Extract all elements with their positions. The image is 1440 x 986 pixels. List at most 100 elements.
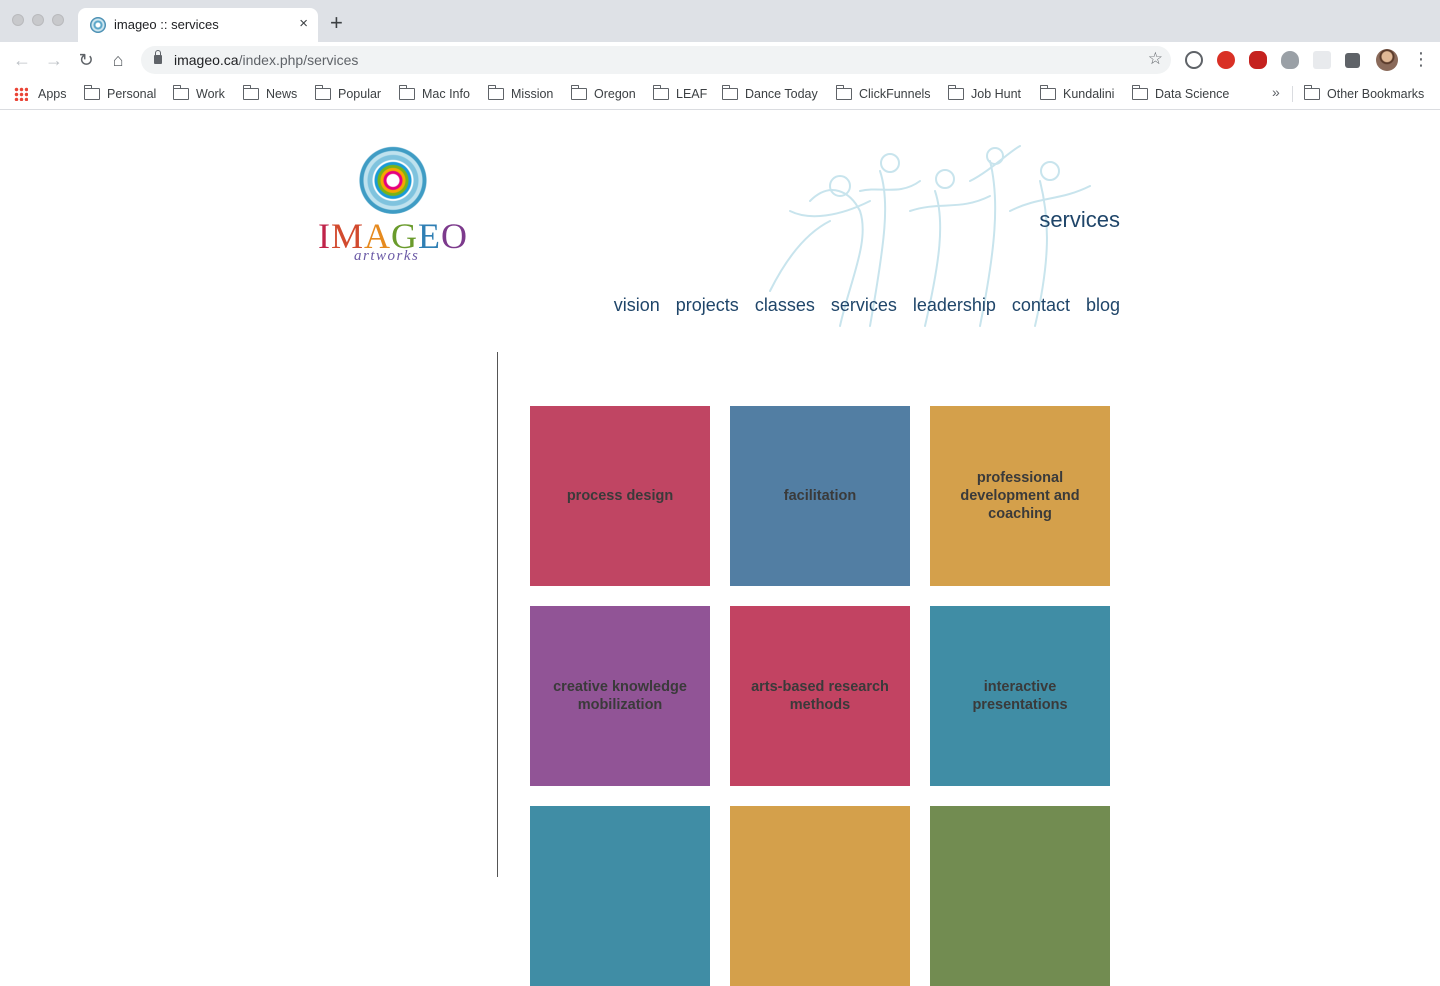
url-text[interactable]: imageo.ca/index.php/services bbox=[174, 52, 358, 68]
favicon-icon bbox=[90, 17, 106, 33]
bookmark-label: Kundalini bbox=[1063, 87, 1115, 101]
address-bar[interactable]: imageo.ca/index.php/services ☆ bbox=[141, 46, 1171, 74]
folder-icon bbox=[571, 85, 587, 100]
folder-icon bbox=[836, 85, 852, 100]
bookmark-label: LEAF bbox=[676, 87, 708, 101]
bookmark-folder-leaf[interactable]: LEAF bbox=[653, 84, 707, 104]
page-title: services bbox=[1039, 207, 1120, 232]
browser-toolbar: ← → ↻ ⌂ imageo.ca/index.php/services ☆ ⋮ bbox=[0, 42, 1440, 78]
bookmark-label: Mission bbox=[511, 87, 554, 101]
tile-row3-gold[interactable] bbox=[730, 806, 910, 986]
bookmark-label: Job Hunt bbox=[971, 87, 1022, 101]
lock-icon bbox=[154, 50, 162, 64]
nav-link-blog[interactable]: blog bbox=[1086, 295, 1120, 316]
bookmark-folder-popular[interactable]: Popular bbox=[315, 84, 381, 104]
page-content: IMAGEO artworks services vision projects… bbox=[0, 111, 1440, 986]
nav-link-vision[interactable]: vision bbox=[614, 295, 660, 316]
bookmark-folder-mission[interactable]: Mission bbox=[488, 84, 553, 104]
bookmark-label: Apps bbox=[38, 87, 67, 101]
folder-icon bbox=[1132, 85, 1148, 100]
bookmark-star-icon[interactable]: ☆ bbox=[1148, 49, 1163, 69]
bookmark-label: Personal bbox=[107, 87, 157, 101]
password-manager-icon[interactable] bbox=[1185, 51, 1203, 69]
extension-red-icon[interactable] bbox=[1217, 51, 1235, 69]
imageo-logo[interactable]: IMAGEO artworks bbox=[318, 144, 474, 266]
bookmark-folder-dance-today[interactable]: Dance Today bbox=[722, 84, 818, 104]
menu-dots-icon[interactable]: ⋮ bbox=[1412, 50, 1430, 68]
folder-icon bbox=[243, 85, 259, 100]
tile-professional-development[interactable]: professional development and coaching bbox=[930, 406, 1110, 586]
bookmark-label: Oregon bbox=[594, 87, 636, 101]
reload-icon[interactable]: ↻ bbox=[76, 50, 96, 70]
bookmark-folder-news[interactable]: News bbox=[243, 84, 297, 104]
bookmark-folder-personal[interactable]: Personal bbox=[84, 84, 156, 104]
tile-label: professional development and coaching bbox=[960, 470, 1080, 522]
adblock-icon[interactable] bbox=[1249, 51, 1267, 69]
tile-interactive-presentations[interactable]: interactive presentations bbox=[930, 606, 1110, 786]
bookmarks-overflow-icon[interactable]: » bbox=[1272, 84, 1280, 100]
folder-icon bbox=[399, 85, 415, 100]
tile-label: arts-based research methods bbox=[751, 679, 889, 713]
bookmark-folder-other[interactable]: Other Bookmarks bbox=[1304, 84, 1424, 104]
bookmark-label: Data Science bbox=[1155, 87, 1230, 101]
new-tab-button[interactable]: + bbox=[330, 12, 343, 34]
forward-arrow-icon[interactable]: → bbox=[44, 50, 64, 70]
tile-row3-green[interactable] bbox=[930, 806, 1110, 986]
bookmarks-separator bbox=[1292, 86, 1293, 102]
bookmark-label: News bbox=[266, 87, 298, 101]
bookmark-label: Work bbox=[196, 87, 225, 101]
bookmark-folder-work[interactable]: Work bbox=[173, 84, 225, 104]
home-icon[interactable]: ⌂ bbox=[108, 50, 128, 70]
folder-icon bbox=[488, 85, 504, 100]
main-navigation: vision projects classes services leaders… bbox=[614, 295, 1120, 316]
bookmark-apps[interactable]: Apps bbox=[14, 84, 67, 104]
tile-row3-teal[interactable] bbox=[530, 806, 710, 986]
minimize-window-button[interactable] bbox=[32, 14, 44, 26]
nav-link-classes[interactable]: classes bbox=[755, 295, 815, 316]
bookmark-folder-kundalini[interactable]: Kundalini bbox=[1040, 84, 1114, 104]
active-tab[interactable]: imageo :: services × bbox=[78, 8, 318, 42]
bookmark-folder-clickfunnels[interactable]: ClickFunnels bbox=[836, 84, 931, 104]
folder-icon bbox=[84, 85, 100, 100]
bookmark-folder-data-science[interactable]: Data Science bbox=[1132, 84, 1229, 104]
bookmark-label: Other Bookmarks bbox=[1327, 87, 1425, 101]
close-tab-icon[interactable]: × bbox=[299, 15, 308, 33]
bookmark-folder-mac-info[interactable]: Mac Info bbox=[399, 84, 470, 104]
tab-strip: imageo :: services × + bbox=[0, 0, 1440, 42]
vertical-divider bbox=[497, 352, 498, 877]
tile-facilitation[interactable]: facilitation bbox=[730, 406, 910, 586]
bookmark-label: ClickFunnels bbox=[859, 87, 931, 101]
puzzle-extensions-icon[interactable] bbox=[1345, 53, 1360, 68]
tile-process-design[interactable]: process design bbox=[530, 406, 710, 586]
folder-icon bbox=[948, 85, 964, 100]
bookmark-folder-oregon[interactable]: Oregon bbox=[571, 84, 636, 104]
folder-icon bbox=[173, 85, 189, 100]
nav-link-leadership[interactable]: leadership bbox=[913, 295, 996, 316]
logo-subtitle: artworks bbox=[354, 248, 420, 264]
bookmark-label: Popular bbox=[338, 87, 382, 101]
nav-link-contact[interactable]: contact bbox=[1012, 295, 1070, 316]
bookmark-label: Dance Today bbox=[745, 87, 818, 101]
bug-extension-icon[interactable] bbox=[1281, 51, 1299, 69]
bookmark-label: Mac Info bbox=[422, 87, 470, 101]
folder-icon bbox=[653, 85, 669, 100]
bookmark-folder-job-hunt[interactable]: Job Hunt bbox=[948, 84, 1021, 104]
tile-label: creative knowledge mobilization bbox=[553, 679, 687, 713]
profile-avatar[interactable] bbox=[1376, 49, 1398, 71]
grey-extension-icon[interactable] bbox=[1313, 51, 1331, 69]
tile-label: process design bbox=[566, 488, 674, 504]
tab-title: imageo :: services bbox=[114, 17, 219, 32]
back-arrow-icon[interactable]: ← bbox=[12, 50, 32, 70]
folder-icon bbox=[722, 85, 738, 100]
nav-link-services[interactable]: services bbox=[831, 295, 897, 316]
url-host: imageo.ca bbox=[174, 52, 239, 68]
tile-creative-knowledge-mobilization[interactable]: creative knowledge mobilization bbox=[530, 606, 710, 786]
bookmarks-bar: Apps Personal Work News Popular Mac Info… bbox=[0, 78, 1440, 110]
tile-label: interactive presentations bbox=[972, 679, 1068, 713]
nav-link-projects[interactable]: projects bbox=[676, 295, 739, 316]
zoom-window-button[interactable] bbox=[52, 14, 64, 26]
close-window-button[interactable] bbox=[12, 14, 24, 26]
tile-label: facilitation bbox=[783, 488, 857, 504]
tile-arts-based-research[interactable]: arts-based research methods bbox=[730, 606, 910, 786]
folder-icon bbox=[1304, 85, 1320, 100]
